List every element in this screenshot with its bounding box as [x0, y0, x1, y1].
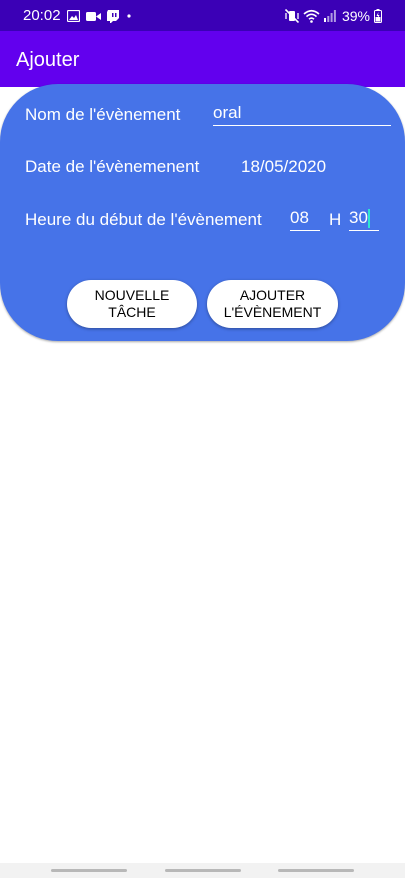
status-bar: 20:02 39%: [0, 0, 405, 31]
twitch-icon: [107, 9, 119, 23]
dot-icon: [127, 14, 131, 18]
new-task-button-label: NOUVELLE TÂCHE: [94, 287, 170, 320]
hour-value: 08: [290, 208, 309, 227]
image-icon: [67, 10, 80, 22]
recent-apps-handle[interactable]: [51, 869, 127, 872]
add-event-button-label-line1: AJOUTER: [239, 287, 306, 303]
minute-value: 30: [349, 208, 368, 227]
page-title: Ajouter: [16, 49, 80, 71]
back-handle[interactable]: [278, 869, 354, 872]
video-camera-icon: [86, 11, 101, 21]
add-event-button-label-line2: L'ÉVÈNEMENT: [223, 304, 322, 320]
notification-icons: [67, 9, 133, 23]
event-date-value[interactable]: 18/05/2020: [241, 157, 326, 177]
signal-icon: [323, 10, 336, 22]
minute-input[interactable]: 30: [349, 207, 379, 231]
event-form-card: Nom de l'évènement oral Date de l'évènem…: [0, 84, 405, 341]
add-event-button[interactable]: AJOUTER L'ÉVÈNEMENT: [207, 280, 338, 328]
hour-separator: H: [329, 210, 342, 229]
new-task-button[interactable]: NOUVELLE TÂCHE: [67, 280, 197, 328]
text-cursor: [368, 209, 370, 228]
system-icons: 39%: [284, 6, 382, 26]
event-name-value: oral: [213, 103, 242, 122]
event-name-label: Nom de l'évènement: [25, 105, 181, 124]
mute-vibrate-icon: [284, 9, 299, 23]
navigation-bar: [0, 863, 405, 878]
event-time-label: Heure du début de l'évènement: [25, 210, 262, 229]
wifi-icon: [303, 9, 320, 23]
event-name-input[interactable]: oral: [213, 102, 391, 126]
battery-charging-icon: [374, 9, 382, 23]
hour-input[interactable]: 08: [290, 207, 320, 231]
home-handle[interactable]: [165, 869, 241, 872]
event-date-label: Date de l'évènemenent: [25, 157, 200, 176]
status-time: 20:02: [23, 7, 61, 24]
battery-level: 39%: [341, 8, 370, 24]
app-bar: Ajouter: [0, 31, 405, 87]
